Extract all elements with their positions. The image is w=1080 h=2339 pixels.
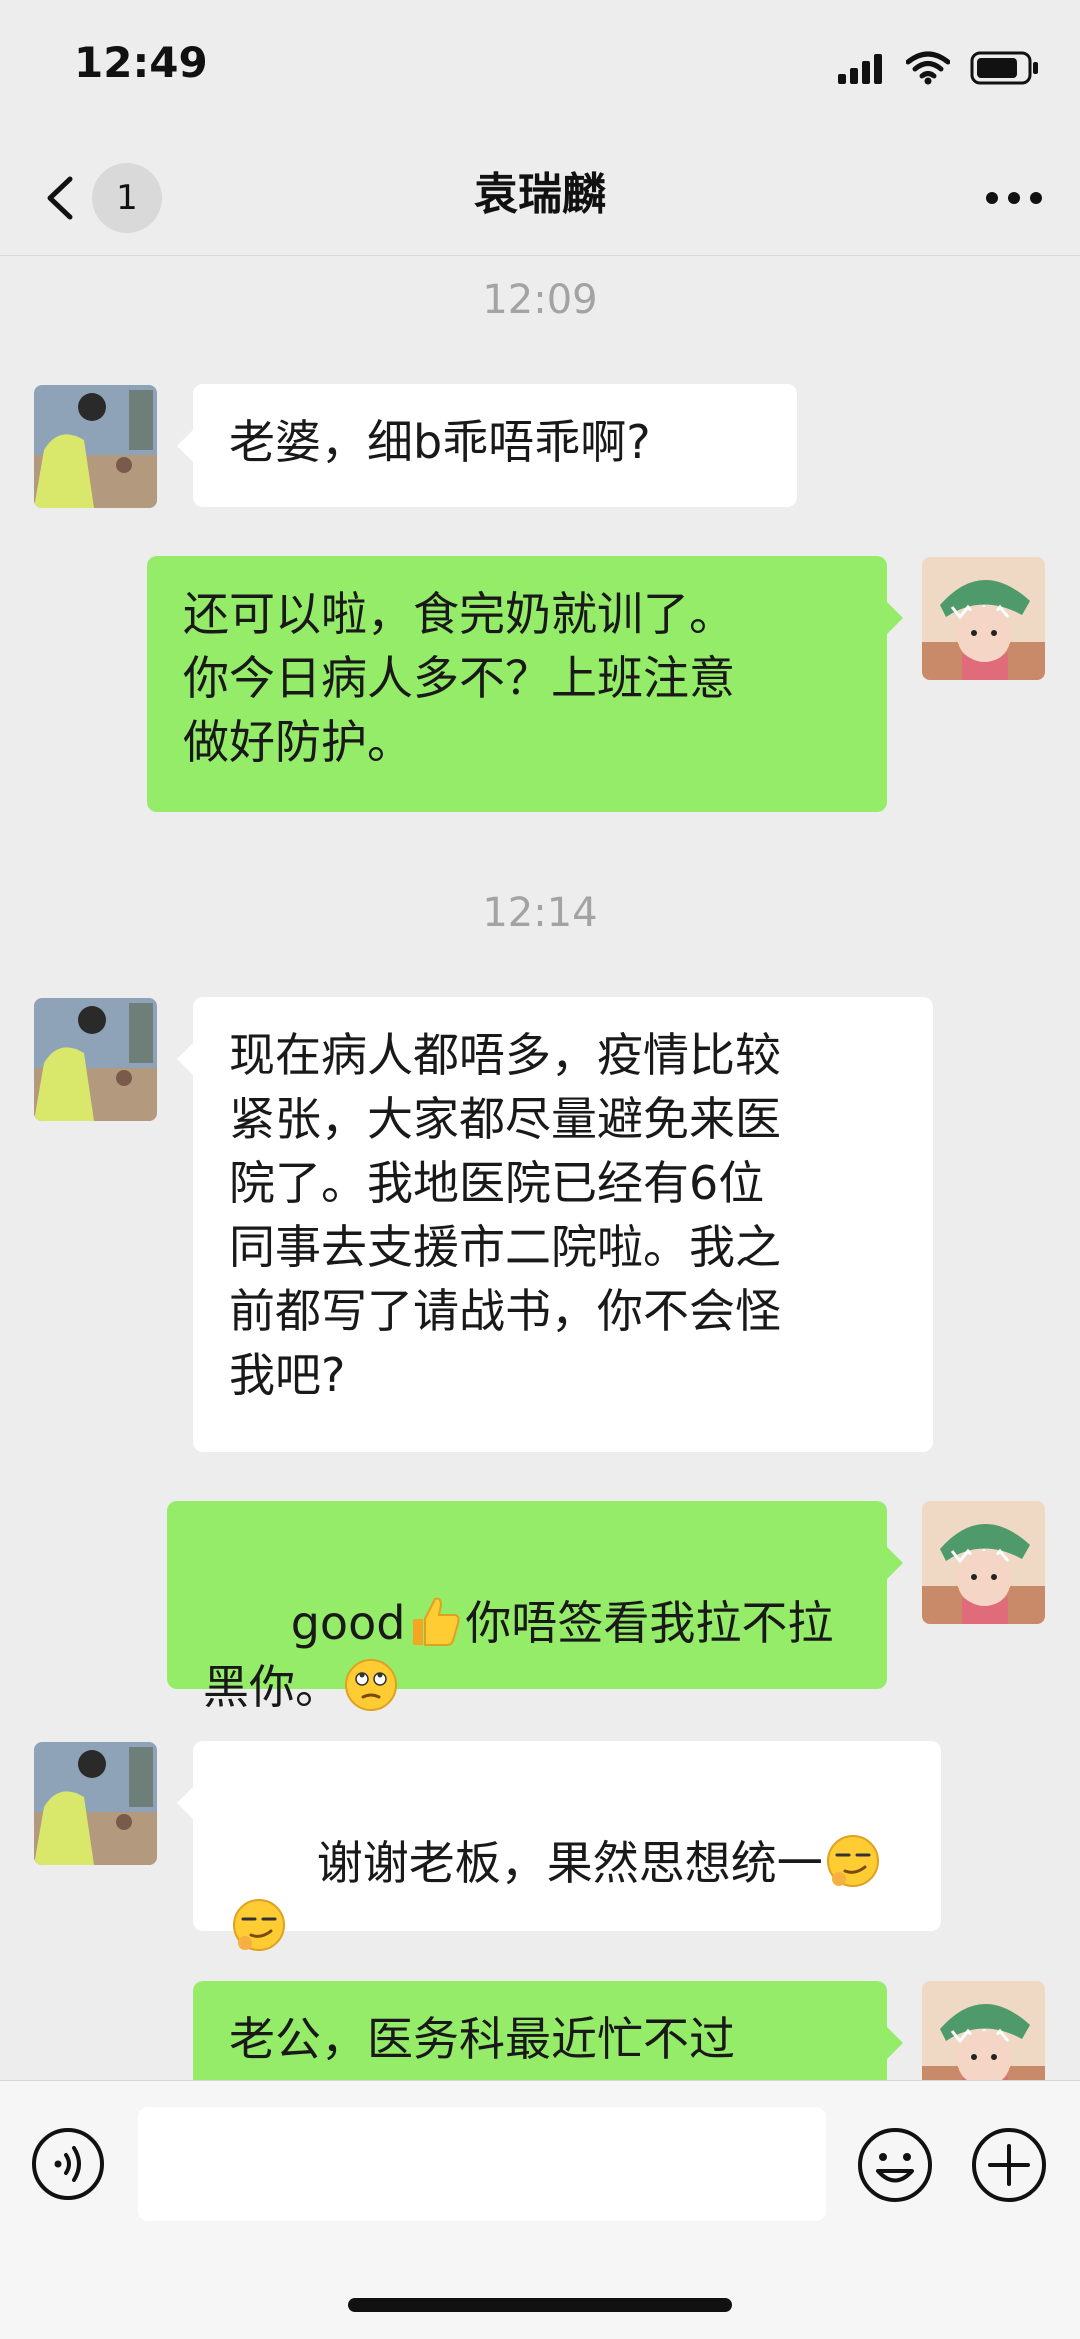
contact-avatar[interactable] [34, 1742, 157, 1865]
my-avatar[interactable] [922, 557, 1045, 680]
incoming-message-bubble[interactable]: 现在病人都唔多，疫情比较 紧张，大家都尽量避免来医 院了。我地医院已经有6位 同… [177, 997, 933, 1452]
outgoing-message-bubble[interactable]: 老公，医务科最近忙不过 [193, 1981, 903, 2080]
smirk-emoji-icon [233, 1899, 285, 1951]
home-indicator[interactable] [348, 2298, 732, 2312]
message-timestamp: 12:14 [482, 890, 598, 936]
message-text: good [290, 1596, 406, 1650]
more-options-icon[interactable] [982, 173, 1046, 223]
outgoing-message-bubble[interactable]: good 你唔签看我拉不拉 黑你。 [167, 1501, 903, 1714]
my-avatar[interactable] [922, 1981, 1045, 2080]
unread-count-badge: 1 [92, 163, 162, 233]
chevron-left-icon [47, 176, 73, 220]
battery-icon [970, 51, 1038, 85]
status-bar: 12:49 [0, 0, 1080, 135]
contact-avatar[interactable] [34, 998, 157, 1121]
contact-avatar[interactable] [34, 385, 157, 508]
eye-roll-emoji-icon [345, 1659, 397, 1711]
status-time: 12:49 [74, 38, 208, 87]
emoji-picker-icon[interactable] [856, 2126, 934, 2204]
nav-bar: 袁瑞麟 1 [0, 135, 1080, 256]
incoming-message-bubble[interactable]: 老婆，细b乖唔乖啊? [177, 384, 797, 507]
message-timestamp: 12:09 [482, 277, 598, 323]
outgoing-message-bubble[interactable]: 还可以啦，食完奶就训了。 你今日病人多不？上班注意 做好防护。 [147, 556, 903, 812]
voice-input-icon[interactable] [30, 2126, 106, 2202]
smirk-emoji-icon [826, 1835, 879, 1887]
message-input[interactable] [138, 2107, 826, 2221]
incoming-message-bubble[interactable]: 谢谢老板，果然思想统一 [177, 1741, 941, 1951]
message-list[interactable]: 12:09 老婆，细b乖唔乖啊? 还可以啦，食完奶就训了。 你今日病人多不？上班… [0, 256, 1080, 2080]
plus-icon[interactable] [970, 2126, 1048, 2204]
message-text: 谢谢老板，果然思想统一 [316, 1836, 823, 1890]
thumbs-up-emoji-icon [413, 1597, 460, 1646]
wifi-icon [906, 51, 950, 85]
my-avatar[interactable] [922, 1501, 1045, 1624]
cellular-signal-icon [838, 54, 882, 84]
chat-screen: 12:49 袁瑞麟 1 12:09 老婆，细b乖唔乖啊? 还可以啦，食完奶就训了… [0, 0, 1080, 2339]
back-button[interactable]: 1 [40, 163, 170, 233]
status-icons [838, 48, 1040, 88]
